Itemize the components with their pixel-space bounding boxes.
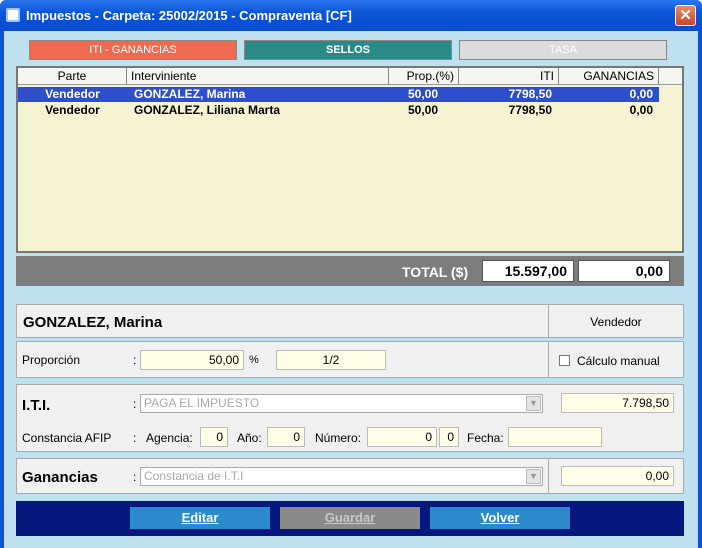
iti-amount-input[interactable]: 7.798,50 xyxy=(561,393,674,413)
percent-sign: % xyxy=(249,354,259,366)
ganancias-value-panel: 0,00 xyxy=(548,458,684,494)
tab-tasa[interactable]: TASA xyxy=(459,40,667,60)
column-header-prop[interactable]: Prop.(%) xyxy=(389,68,459,85)
proporcion-input[interactable]: 50,00 xyxy=(140,350,244,370)
agencia-label: Agencia: xyxy=(146,431,193,445)
ganancias-panel: Ganancias : Constancia de I.T.I ▼ xyxy=(16,458,549,494)
constancia-colon: : xyxy=(133,431,137,445)
cell-parte: Vendedor xyxy=(45,103,100,117)
chevron-down-icon[interactable]: ▼ xyxy=(526,396,541,411)
column-header-interviniente[interactable]: Interviniente xyxy=(127,68,389,85)
volver-button[interactable]: Volver xyxy=(430,507,570,529)
table-row[interactable]: Vendedor GONZALEZ, Marina 50,00 7798,50 … xyxy=(18,87,659,102)
guardar-button[interactable]: Guardar xyxy=(280,507,420,529)
fraction-input[interactable]: 1/2 xyxy=(276,350,386,370)
total-iti-value: 15.597,00 xyxy=(482,260,574,282)
anio-label: Año: xyxy=(237,431,262,445)
total-label: TOTAL ($) xyxy=(402,264,469,280)
proporcion-label: Proporción xyxy=(22,353,81,367)
cell-parte: Vendedor xyxy=(45,87,100,101)
calculo-manual-label: Cálculo manual xyxy=(577,354,660,368)
cell-interviniente: GONZALEZ, Liliana Marta xyxy=(134,103,281,117)
proporcion-panel: Proporción : 50,00 % 1/2 xyxy=(16,341,549,378)
window-app-icon xyxy=(6,8,20,22)
cell-prop: 50,00 xyxy=(407,103,438,117)
total-bar: TOTAL ($) 15.597,00 0,00 xyxy=(16,256,684,286)
anio-input[interactable]: 0 xyxy=(267,427,305,447)
table-row[interactable]: Vendedor GONZALEZ, Liliana Marta 50,00 7… xyxy=(18,103,659,118)
column-header-ganancias[interactable]: GANANCIAS xyxy=(559,68,659,85)
title-bar: Impuestos - Carpeta: 25002/2015 - Compra… xyxy=(0,0,702,31)
cell-ganancias: 0,00 xyxy=(629,103,653,117)
cell-ganancias: 0,00 xyxy=(629,87,653,101)
fecha-input[interactable] xyxy=(508,427,602,447)
action-bar: Editar Guardar Volver xyxy=(16,501,684,536)
proporcion-colon: : xyxy=(133,353,137,367)
cell-interviniente: GONZALEZ, Marina xyxy=(134,87,246,101)
selected-name-panel: GONZALEZ, Marina xyxy=(16,304,549,338)
column-header-iti[interactable]: ITI xyxy=(459,68,559,85)
ganancias-combo[interactable]: Constancia de I.T.I ▼ xyxy=(140,467,543,486)
chevron-down-icon[interactable]: ▼ xyxy=(526,469,541,484)
iti-label: I.T.I. xyxy=(22,397,51,414)
iti-combo[interactable]: PAGA EL IMPUESTO ▼ xyxy=(140,394,543,413)
iti-combo-value: PAGA EL IMPUESTO xyxy=(144,396,260,410)
selected-interviniente-name: GONZALEZ, Marina xyxy=(23,314,163,331)
cell-prop: 50,00 xyxy=(407,87,438,101)
numero-label: Número: xyxy=(315,431,362,445)
client-area: ITI - GANANCIAS SELLOS TASA Parte Interv… xyxy=(4,31,698,548)
calculo-manual-panel: Cálculo manual xyxy=(548,341,684,378)
iti-panel: I.T.I. : PAGA EL IMPUESTO ▼ 7.798,50 Con… xyxy=(16,384,684,452)
constancia-afip-label: Constancia AFIP xyxy=(22,431,112,445)
close-icon[interactable]: ✕ xyxy=(675,5,696,26)
fecha-label: Fecha: xyxy=(467,431,504,445)
editar-button[interactable]: Editar xyxy=(130,507,270,529)
calculo-manual-checkbox[interactable] xyxy=(559,355,570,366)
ganancias-label: Ganancias xyxy=(22,469,98,486)
intervinientes-grid: Parte Interviniente Prop.(%) ITI GANANCI… xyxy=(16,66,684,253)
tab-sellos[interactable]: SELLOS xyxy=(244,40,452,60)
ganancias-amount-input[interactable]: 0,00 xyxy=(561,466,674,486)
ganancias-colon: : xyxy=(133,470,137,484)
grid-header: Parte Interviniente Prop.(%) ITI GANANCI… xyxy=(18,68,682,85)
selected-role-panel: Vendedor xyxy=(548,304,684,338)
impuestos-window: Impuestos - Carpeta: 25002/2015 - Compra… xyxy=(0,0,702,548)
cell-iti: 7798,50 xyxy=(508,103,552,117)
selected-role: Vendedor xyxy=(590,315,642,329)
agencia-input[interactable]: 0 xyxy=(200,427,228,447)
total-ganancias-value: 0,00 xyxy=(578,260,670,282)
tab-iti-ganancias[interactable]: ITI - GANANCIAS xyxy=(29,40,237,60)
ganancias-combo-value: Constancia de I.T.I xyxy=(144,469,244,483)
numero-input[interactable]: 0 xyxy=(367,427,437,447)
column-header-parte[interactable]: Parte xyxy=(18,68,127,85)
iti-colon: : xyxy=(133,397,137,411)
cell-iti: 7798,50 xyxy=(508,87,552,101)
window-title: Impuestos - Carpeta: 25002/2015 - Compra… xyxy=(26,8,352,23)
numero-dv-input[interactable]: 0 xyxy=(439,427,459,447)
